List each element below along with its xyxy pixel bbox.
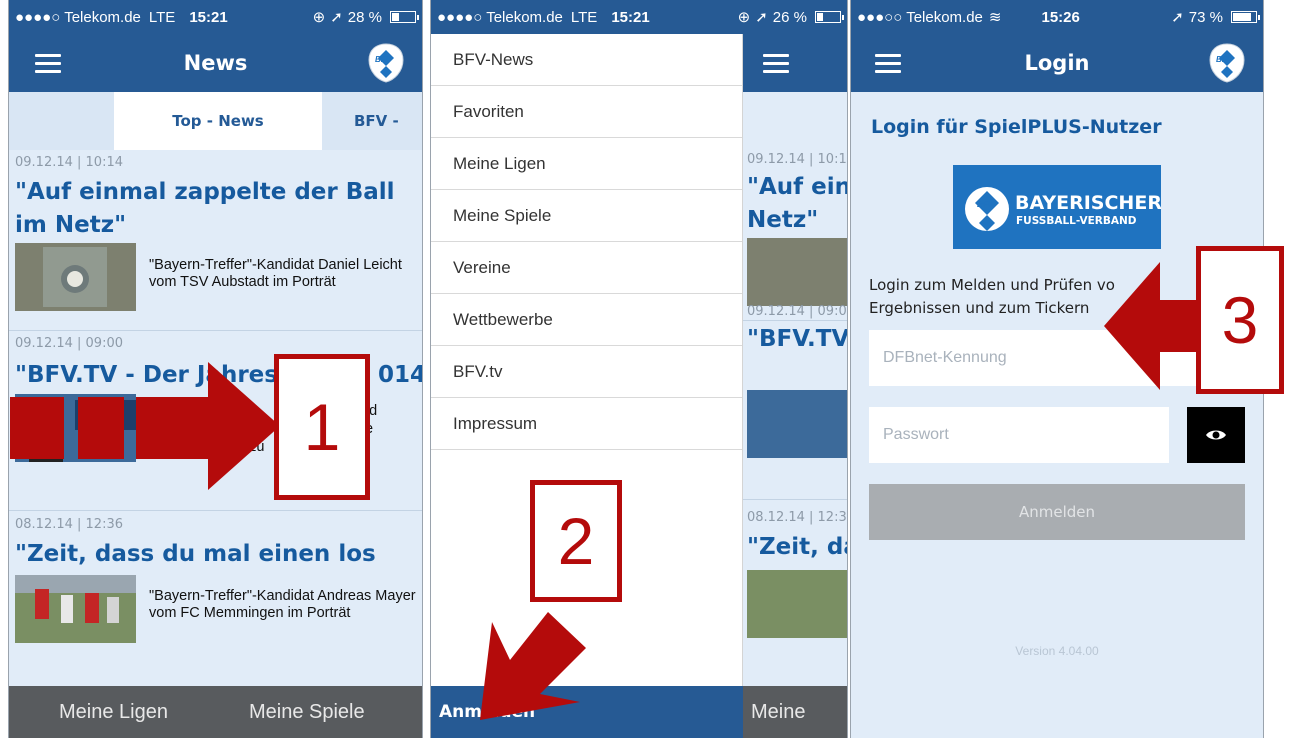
hamburger-menu-icon[interactable] [35, 48, 75, 78]
tab-bfv[interactable]: BFV - [354, 92, 422, 150]
battery-icon [1231, 11, 1260, 23]
wifi-icon: ≋ [988, 9, 1002, 26]
carrier-label: ●●●○○ Telekom.de [857, 8, 983, 26]
network-label: LTE [570, 8, 598, 26]
news-date: 08.12.14 | 12:3 [747, 510, 847, 525]
news-thumbnail [15, 575, 136, 643]
tab-meine-spiele[interactable]: Meine Spiele [249, 701, 365, 724]
news-date: 09.12.14 | 09:00 [15, 336, 123, 351]
orientation-lock-icon: ⊕ [737, 9, 751, 26]
hamburger-menu-icon[interactable] [763, 48, 803, 78]
menu-item-wettbewerbe[interactable]: Wettbewerbe [431, 294, 742, 346]
login-heading: Login für SpielPLUS-Nutzer [871, 116, 1162, 138]
news-item[interactable]: 08.12.14 | 12:36 "Zeit, dass du mal eine… [9, 510, 422, 686]
tab-meine[interactable]: Meine [751, 701, 805, 724]
news-title: "Auf einr [747, 174, 847, 200]
clock: 15:21 [611, 8, 650, 26]
news-tabs: Top - News BFV - [9, 92, 422, 150]
phone-menu-screen: ●●●●○ Telekom.de LTE 15:21 ⊕ ➚ 26 % 09.1… [430, 0, 848, 738]
news-title: "BFV.TV - [747, 326, 847, 352]
bottom-tab-bar: Meine Ligen Meine Spiele [9, 686, 422, 738]
news-title: "Zeit, das [747, 534, 847, 560]
news-thumbnail [15, 243, 136, 311]
battery-icon [390, 11, 419, 23]
news-thumbnail [747, 570, 847, 638]
menu-item-vereine[interactable]: Vereine [431, 242, 742, 294]
news-date: 08.12.14 | 12:36 [15, 517, 123, 532]
tab-meine-ligen[interactable]: Meine Ligen [59, 701, 168, 724]
login-button[interactable]: Anmelden [869, 484, 1245, 540]
news-teaser: "Bayern-Treffer"-Kandidat Andreas Mayer … [149, 588, 416, 621]
bfv-logo-icon: BFV [1209, 43, 1245, 83]
svg-text:BFV: BFV [977, 200, 994, 209]
username-input[interactable] [869, 330, 1247, 386]
menu-item-favoriten[interactable]: Favoriten [431, 86, 742, 138]
network-label: LTE [148, 8, 176, 26]
news-teaser-fragment: e [365, 421, 422, 438]
version-label: Version 4.04.00 [1015, 644, 1099, 658]
svg-text:BFV: BFV [1216, 55, 1233, 64]
news-teaser: "Bayern-Treffer"-Kandidat Daniel Leicht … [149, 257, 402, 290]
svg-text:BFV: BFV [375, 55, 392, 64]
status-bar: ●●●○○ Telekom.de ≋ 15:26 ➚ 73 % [851, 0, 1263, 34]
svg-text:FUSSBALL-VERBAND: FUSSBALL-VERBAND [1016, 215, 1137, 227]
annotation-label-1: 1 [274, 354, 370, 500]
news-teaser-fragment: nd [361, 403, 422, 420]
menu-login-button[interactable]: Anmelden [431, 686, 743, 738]
password-input[interactable] [869, 407, 1169, 463]
hamburger-menu-icon[interactable] [875, 48, 915, 78]
battery-percent: 28 % [347, 8, 382, 26]
bfv-logo-icon: BFV [368, 43, 404, 83]
carrier-label: ●●●●○ Telekom.de [15, 8, 141, 26]
clock: 15:21 [189, 8, 228, 26]
news-date: 09.12.14 | 09:0 [747, 304, 847, 319]
annotation-label-2: 2 [530, 480, 622, 602]
news-thumbnail [747, 238, 847, 306]
news-thumbnail [15, 394, 136, 462]
news-thumbnail [747, 390, 847, 458]
news-date: 09.12.14 | 10:1 [747, 152, 847, 167]
battery-percent: 26 % [772, 8, 807, 26]
location-icon: ➚ [1171, 9, 1184, 26]
battery-icon [815, 11, 844, 23]
bfv-banner: BFV BAYERISCHER FUSSBALL-VERBAND [953, 165, 1162, 249]
orientation-lock-icon: ⊕ [312, 9, 326, 26]
menu-item-impressum[interactable]: Impressum [431, 398, 742, 450]
clock: 15:26 [1041, 8, 1080, 26]
nav-bar [743, 34, 847, 92]
login-description: Login zum Melden und Prüfen vo Ergebniss… [869, 276, 1115, 317]
annotation-label-3: 3 [1196, 246, 1284, 394]
tab-top-news[interactable]: Top - News [114, 92, 322, 150]
news-title: "Auf einmal zappelte der Ball im Netz" [15, 179, 395, 238]
menu-item-meine-spiele[interactable]: Meine Spiele [431, 190, 742, 242]
nav-bar: News BFV [9, 34, 422, 92]
news-title: Netz" [747, 207, 819, 233]
menu-item-bfv-tv[interactable]: BFV.tv [431, 346, 742, 398]
location-icon: ➚ [755, 9, 768, 26]
svg-text:BAYERISCHER: BAYERISCHER [1015, 192, 1161, 214]
news-screen-peek[interactable]: 09.12.14 | 10:1 "Auf einr Netz" 09.12.14… [743, 34, 847, 738]
location-icon: ➚ [330, 9, 343, 26]
news-item[interactable]: 09.12.14 | 10:14 "Auf einmal zappelte de… [9, 150, 422, 330]
status-bar: ●●●●○ Telekom.de LTE 15:21 ⊕ ➚ 26 % [431, 0, 847, 34]
news-date: 09.12.14 | 10:14 [15, 155, 123, 170]
bottom-tab-bar: Meine [743, 686, 847, 738]
menu-item-bfv-news[interactable]: BFV-News [431, 34, 742, 86]
show-password-eye-icon[interactable] [1187, 407, 1245, 463]
menu-item-meine-ligen[interactable]: Meine Ligen [431, 138, 742, 190]
battery-percent: 73 % [1188, 8, 1223, 26]
status-bar: ●●●●○ Telekom.de LTE 15:21 ⊕ ➚ 28 % [9, 0, 422, 34]
nav-bar: Login BFV [851, 34, 1263, 92]
carrier-label: ●●●●○ Telekom.de [437, 8, 563, 26]
